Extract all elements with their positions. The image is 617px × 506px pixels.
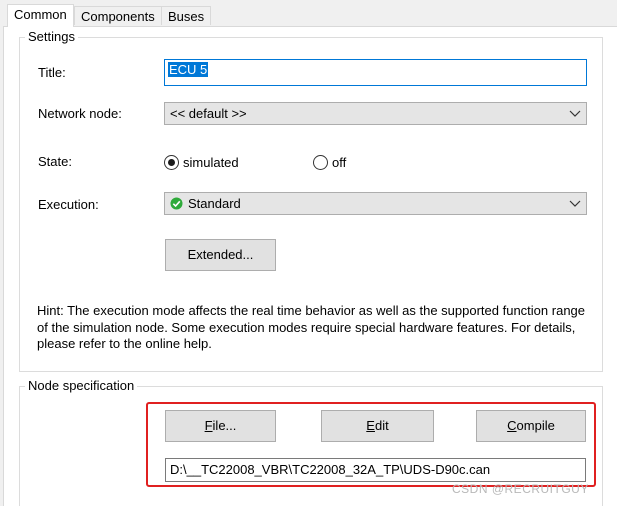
network-node-value: << default >> (170, 106, 247, 121)
highlight-annotation-box (146, 402, 596, 487)
check-circle-icon (170, 197, 183, 210)
node-specification-group-title: Node specification (25, 378, 138, 394)
state-radio-simulated[interactable] (164, 155, 179, 170)
execution-hint-text: Hint: The execution mode affects the rea… (37, 303, 586, 351)
state-label: State: (38, 154, 72, 169)
watermark-text: CSDN @RECRUITGUY (452, 482, 589, 496)
settings-group-title: Settings (25, 29, 78, 45)
execution-dropdown[interactable]: Standard (164, 192, 587, 215)
title-label: Title: (38, 65, 66, 80)
title-input-value: ECU 5 (168, 62, 209, 77)
network-node-dropdown[interactable]: << default >> (164, 102, 587, 125)
radio-selected-dot (168, 159, 175, 166)
extended-button[interactable]: Extended... (165, 239, 276, 271)
state-option-off-label[interactable]: off (332, 155, 346, 171)
tab-components[interactable]: Components (74, 6, 162, 25)
chevron-down-icon (569, 110, 581, 117)
state-option-simulated-label[interactable]: simulated (183, 155, 239, 171)
network-node-label: Network node: (38, 106, 122, 121)
execution-value: Standard (188, 196, 241, 211)
execution-label: Execution: (38, 197, 99, 212)
tab-buses[interactable]: Buses (161, 6, 212, 25)
chevron-down-icon (569, 200, 581, 207)
state-radio-off[interactable] (313, 155, 328, 170)
title-input[interactable]: ECU 5 (164, 59, 587, 86)
tab-common[interactable]: Common (7, 4, 74, 27)
